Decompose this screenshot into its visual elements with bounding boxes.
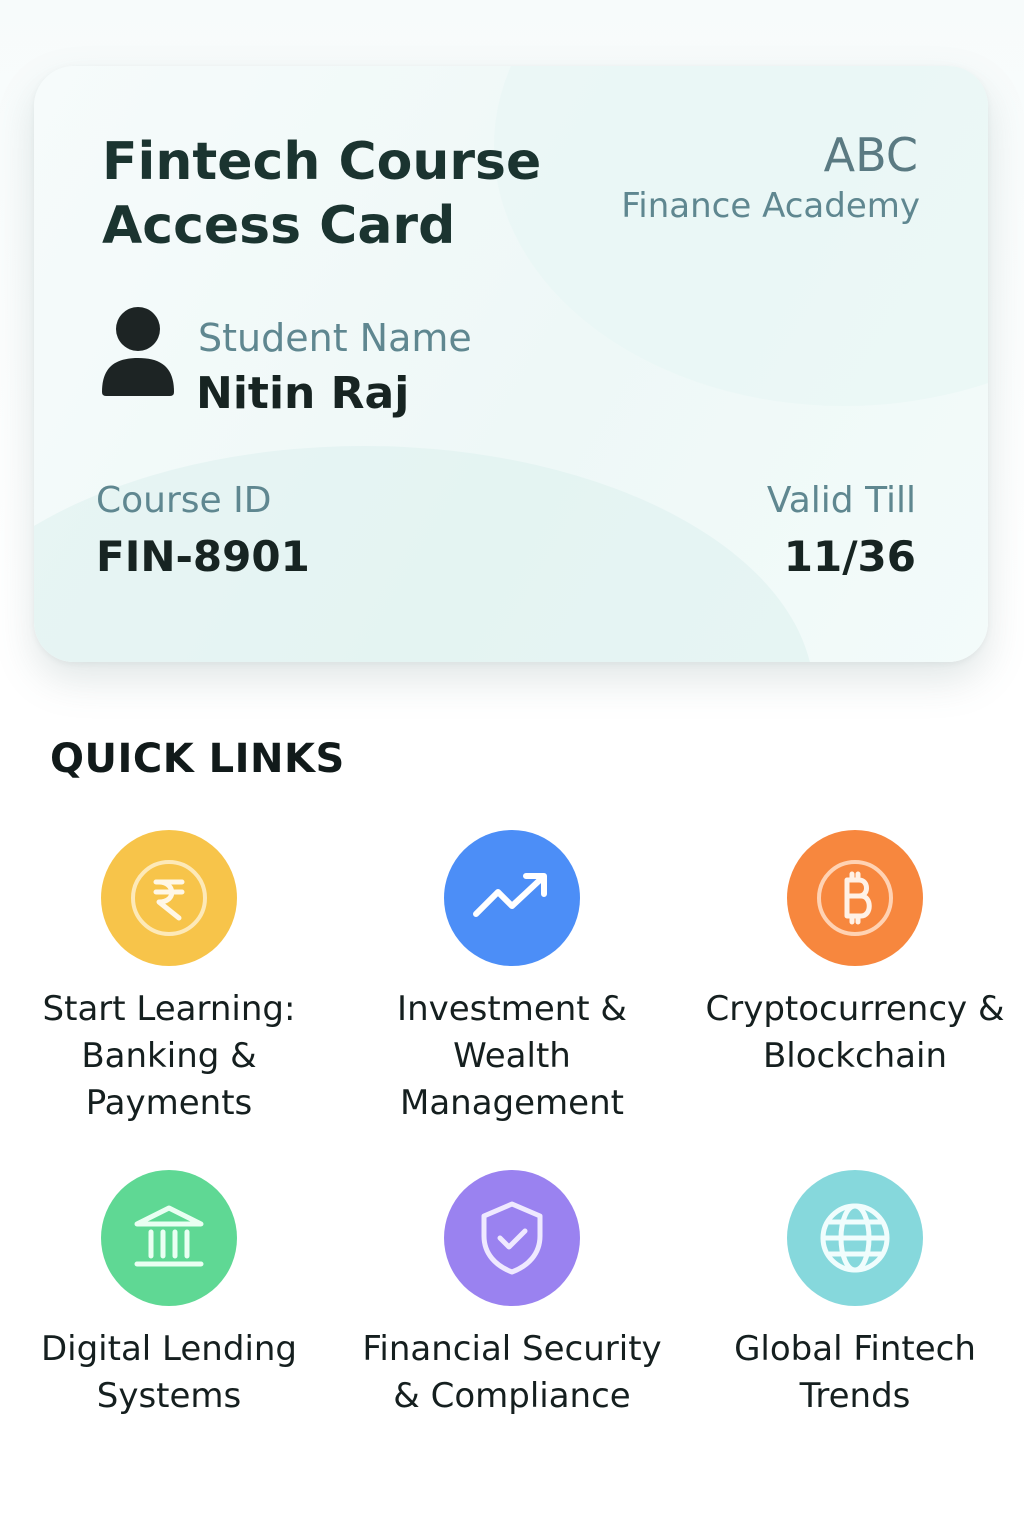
bitcoin-icon [787, 830, 923, 966]
rupee-icon [101, 830, 237, 966]
access-card: Fintech Course Access Card ABC Finance A… [34, 66, 988, 662]
quick-links-grid: Start Learning: Banking & Payments Inves… [0, 830, 1024, 1470]
card-title: Fintech Course Access Card [102, 132, 542, 256]
quick-link-label: Start Learning: Banking & Payments [42, 989, 296, 1123]
student-name-label: Student Name [198, 316, 472, 360]
quick-links-heading: QUICK LINKS [50, 736, 345, 782]
quick-link-label: Cryptocurrency & Blockchain [705, 989, 1005, 1076]
quick-link-global-trends[interactable]: Global Fintech Trends [690, 1170, 1020, 1420]
trend-up-icon [444, 830, 580, 966]
quick-link-security-compliance[interactable]: Financial Security & Compliance [347, 1170, 677, 1420]
quick-link-label: Digital Lending Systems [40, 1329, 298, 1416]
quick-link-label: Financial Security & Compliance [362, 1329, 662, 1416]
course-id: FIN-8901 [96, 532, 310, 581]
org-abbreviation: ABC [823, 128, 918, 182]
quick-link-label: Investment & Wealth Management [397, 989, 627, 1123]
globe-icon [787, 1170, 923, 1306]
shield-check-icon [444, 1170, 580, 1306]
valid-till: 11/36 [783, 532, 916, 581]
course-id-label: Course ID [96, 480, 272, 521]
valid-till-label: Valid Till [766, 480, 916, 521]
org-name: Finance Academy [621, 186, 920, 226]
quick-link-investment-wealth[interactable]: Investment & Wealth Management [347, 830, 677, 1127]
student-name: Nitin Raj [196, 368, 410, 419]
quick-link-label: Global Fintech Trends [734, 1329, 976, 1416]
quick-link-crypto-blockchain[interactable]: Cryptocurrency & Blockchain [690, 830, 1020, 1080]
page: Fintech Course Access Card ABC Finance A… [0, 0, 1024, 1536]
quick-link-digital-lending[interactable]: Digital Lending Systems [4, 1170, 334, 1420]
bank-icon [101, 1170, 237, 1306]
quick-link-banking-payments[interactable]: Start Learning: Banking & Payments [4, 830, 334, 1127]
user-icon [102, 307, 174, 396]
